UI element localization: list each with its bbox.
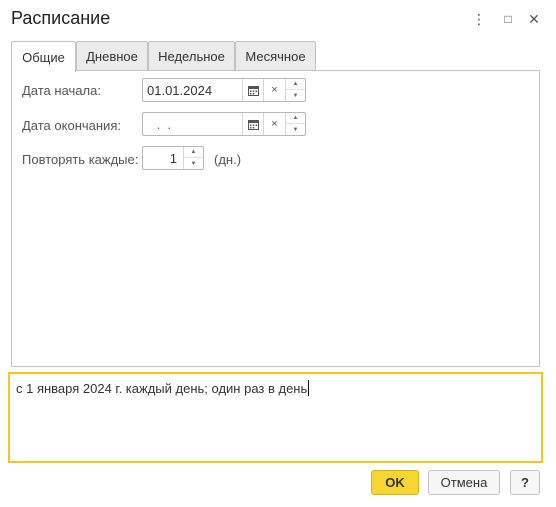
spin-up-icon[interactable]: ▲ (286, 79, 305, 90)
repeat-every-spinner[interactable]: ▲ ▼ (183, 147, 203, 169)
calendar-icon (248, 119, 259, 130)
tab-weekly[interactable]: Недельное (148, 41, 235, 71)
repeat-every-value[interactable]: 1 (170, 151, 177, 166)
more-vertical-icon: ⋮ (472, 10, 486, 27)
spin-up-icon[interactable]: ▲ (286, 113, 305, 124)
tab-monthly[interactable]: Месячное (235, 41, 316, 71)
more-actions-button[interactable]: ⋮ (468, 8, 490, 30)
end-date-clear-button[interactable]: × (263, 113, 285, 135)
repeat-every-label: Повторять каждые: (22, 152, 139, 167)
clear-icon: × (271, 118, 278, 130)
start-date-calendar-button[interactable] (242, 79, 264, 101)
start-date-label: Дата начала: (22, 83, 101, 98)
calendar-icon (248, 85, 259, 96)
repeat-unit-label: (дн.) (214, 152, 242, 167)
end-date-value[interactable]: . . (153, 117, 171, 132)
repeat-every-field[interactable]: 1 ▲ ▼ (142, 146, 204, 170)
spin-down-icon[interactable]: ▼ (286, 90, 305, 101)
spin-down-icon[interactable]: ▼ (286, 124, 305, 135)
help-button[interactable]: ? (510, 470, 540, 495)
tab-daily[interactable]: Дневное (76, 41, 148, 71)
spin-down-icon[interactable]: ▼ (184, 158, 203, 169)
maximize-icon: □ (504, 12, 512, 26)
schedule-description-text[interactable]: с 1 января 2024 г. каждый день; один раз… (16, 380, 310, 396)
close-icon: ✕ (528, 10, 540, 27)
text-caret (308, 380, 310, 396)
maximize-button[interactable]: □ (497, 8, 519, 30)
clear-icon: × (271, 84, 278, 96)
end-date-calendar-button[interactable] (242, 113, 264, 135)
ok-button[interactable]: OK (371, 470, 419, 495)
start-date-value[interactable]: 01.01.2024 (147, 83, 212, 98)
window-title: Расписание (11, 8, 111, 28)
end-date-label: Дата окончания: (22, 118, 121, 133)
close-button[interactable]: ✕ (523, 8, 545, 30)
tab-general[interactable]: Общие (11, 41, 76, 72)
spin-up-icon[interactable]: ▲ (184, 147, 203, 158)
start-date-field[interactable]: 01.01.2024 × ▲ ▼ (142, 78, 306, 102)
start-date-spinner[interactable]: ▲ ▼ (285, 79, 305, 101)
end-date-field[interactable]: . . × ▲ ▼ (142, 112, 306, 136)
schedule-description-field[interactable]: с 1 января 2024 г. каждый день; один раз… (8, 372, 543, 463)
start-date-clear-button[interactable]: × (263, 79, 285, 101)
end-date-spinner[interactable]: ▲ ▼ (285, 113, 305, 135)
cancel-button[interactable]: Отмена (428, 470, 500, 495)
